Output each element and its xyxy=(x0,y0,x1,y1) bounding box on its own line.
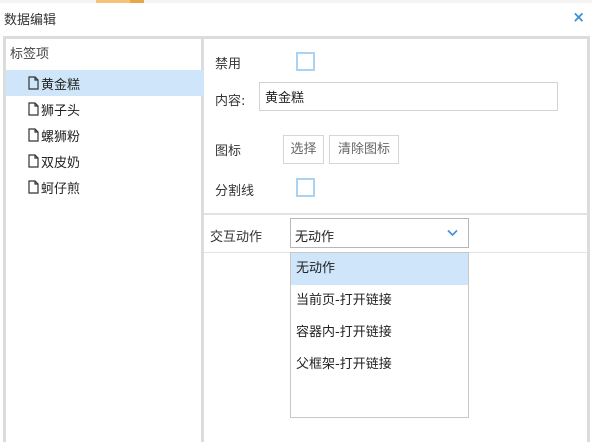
tree-item[interactable]: 狮子头 xyxy=(6,96,204,122)
data-edit-dialog: 数据编辑 × 标签项 黄金糕 狮子头 螺狮粉 双皮奶 蚵仔煎 禁用 内容: 黄金… xyxy=(0,3,592,442)
action-select-value: 无动作 xyxy=(295,230,335,245)
tree-item-label: 蚵仔煎 xyxy=(41,181,81,197)
file-icon xyxy=(28,76,39,90)
edit-form-panel: 禁用 内容: 图标 选择 清除图标 分割线 交互动作 无动作 无动作 当前 xyxy=(204,39,587,442)
tree-item-label: 双皮奶 xyxy=(41,155,81,171)
dropdown-option[interactable]: 当前页-打开链接 xyxy=(291,285,468,317)
tree-item[interactable]: 黄金糕 xyxy=(6,70,204,96)
file-icon xyxy=(28,180,39,194)
dropdown-option[interactable]: 无动作 xyxy=(291,253,468,285)
file-icon xyxy=(28,154,39,168)
content-label: 内容: xyxy=(215,94,246,109)
select-icon-button[interactable]: 选择 xyxy=(283,135,324,164)
dialog-title: 数据编辑 xyxy=(4,13,57,28)
action-dropdown-list: 无动作 当前页-打开链接 容器内-打开链接 父框架-打开链接 xyxy=(290,252,469,418)
tree-item-label: 狮子头 xyxy=(41,103,81,119)
tag-tree-panel: 标签项 黄金糕 狮子头 螺狮粉 双皮奶 蚵仔煎 xyxy=(6,39,204,442)
file-icon xyxy=(28,102,39,116)
disabled-checkbox[interactable] xyxy=(296,52,315,71)
action-label: 交互动作 xyxy=(210,230,263,245)
dialog-titlebar: 数据编辑 × xyxy=(0,3,592,33)
close-icon[interactable]: × xyxy=(572,7,585,27)
content-input[interactable] xyxy=(259,82,558,111)
tree-item[interactable]: 蚵仔煎 xyxy=(6,174,204,200)
dropdown-option[interactable]: 容器内-打开链接 xyxy=(291,317,468,349)
form-upper-section: 禁用 内容: 图标 选择 清除图标 分割线 xyxy=(204,39,587,215)
tree-header: 标签项 xyxy=(10,47,50,62)
action-select[interactable]: 无动作 xyxy=(290,218,469,248)
disabled-label: 禁用 xyxy=(215,57,242,72)
clear-icon-button[interactable]: 清除图标 xyxy=(329,135,399,164)
chevron-down-icon xyxy=(447,229,458,237)
tree-item-label: 黄金糕 xyxy=(41,77,81,93)
tree-item-label: 螺狮粉 xyxy=(41,129,81,145)
tree-item[interactable]: 螺狮粉 xyxy=(6,122,204,148)
dropdown-option[interactable]: 父框架-打开链接 xyxy=(291,349,468,381)
action-row: 交互动作 无动作 xyxy=(204,217,587,253)
tree-item[interactable]: 双皮奶 xyxy=(6,148,204,174)
divider-label: 分割线 xyxy=(215,184,255,199)
dialog-body: 标签项 黄金糕 狮子头 螺狮粉 双皮奶 蚵仔煎 禁用 内容: 黄金糕 图标 选择… xyxy=(3,36,590,442)
icon-label: 图标 xyxy=(215,144,242,159)
divider-checkbox[interactable] xyxy=(296,178,315,197)
file-icon xyxy=(28,128,39,142)
